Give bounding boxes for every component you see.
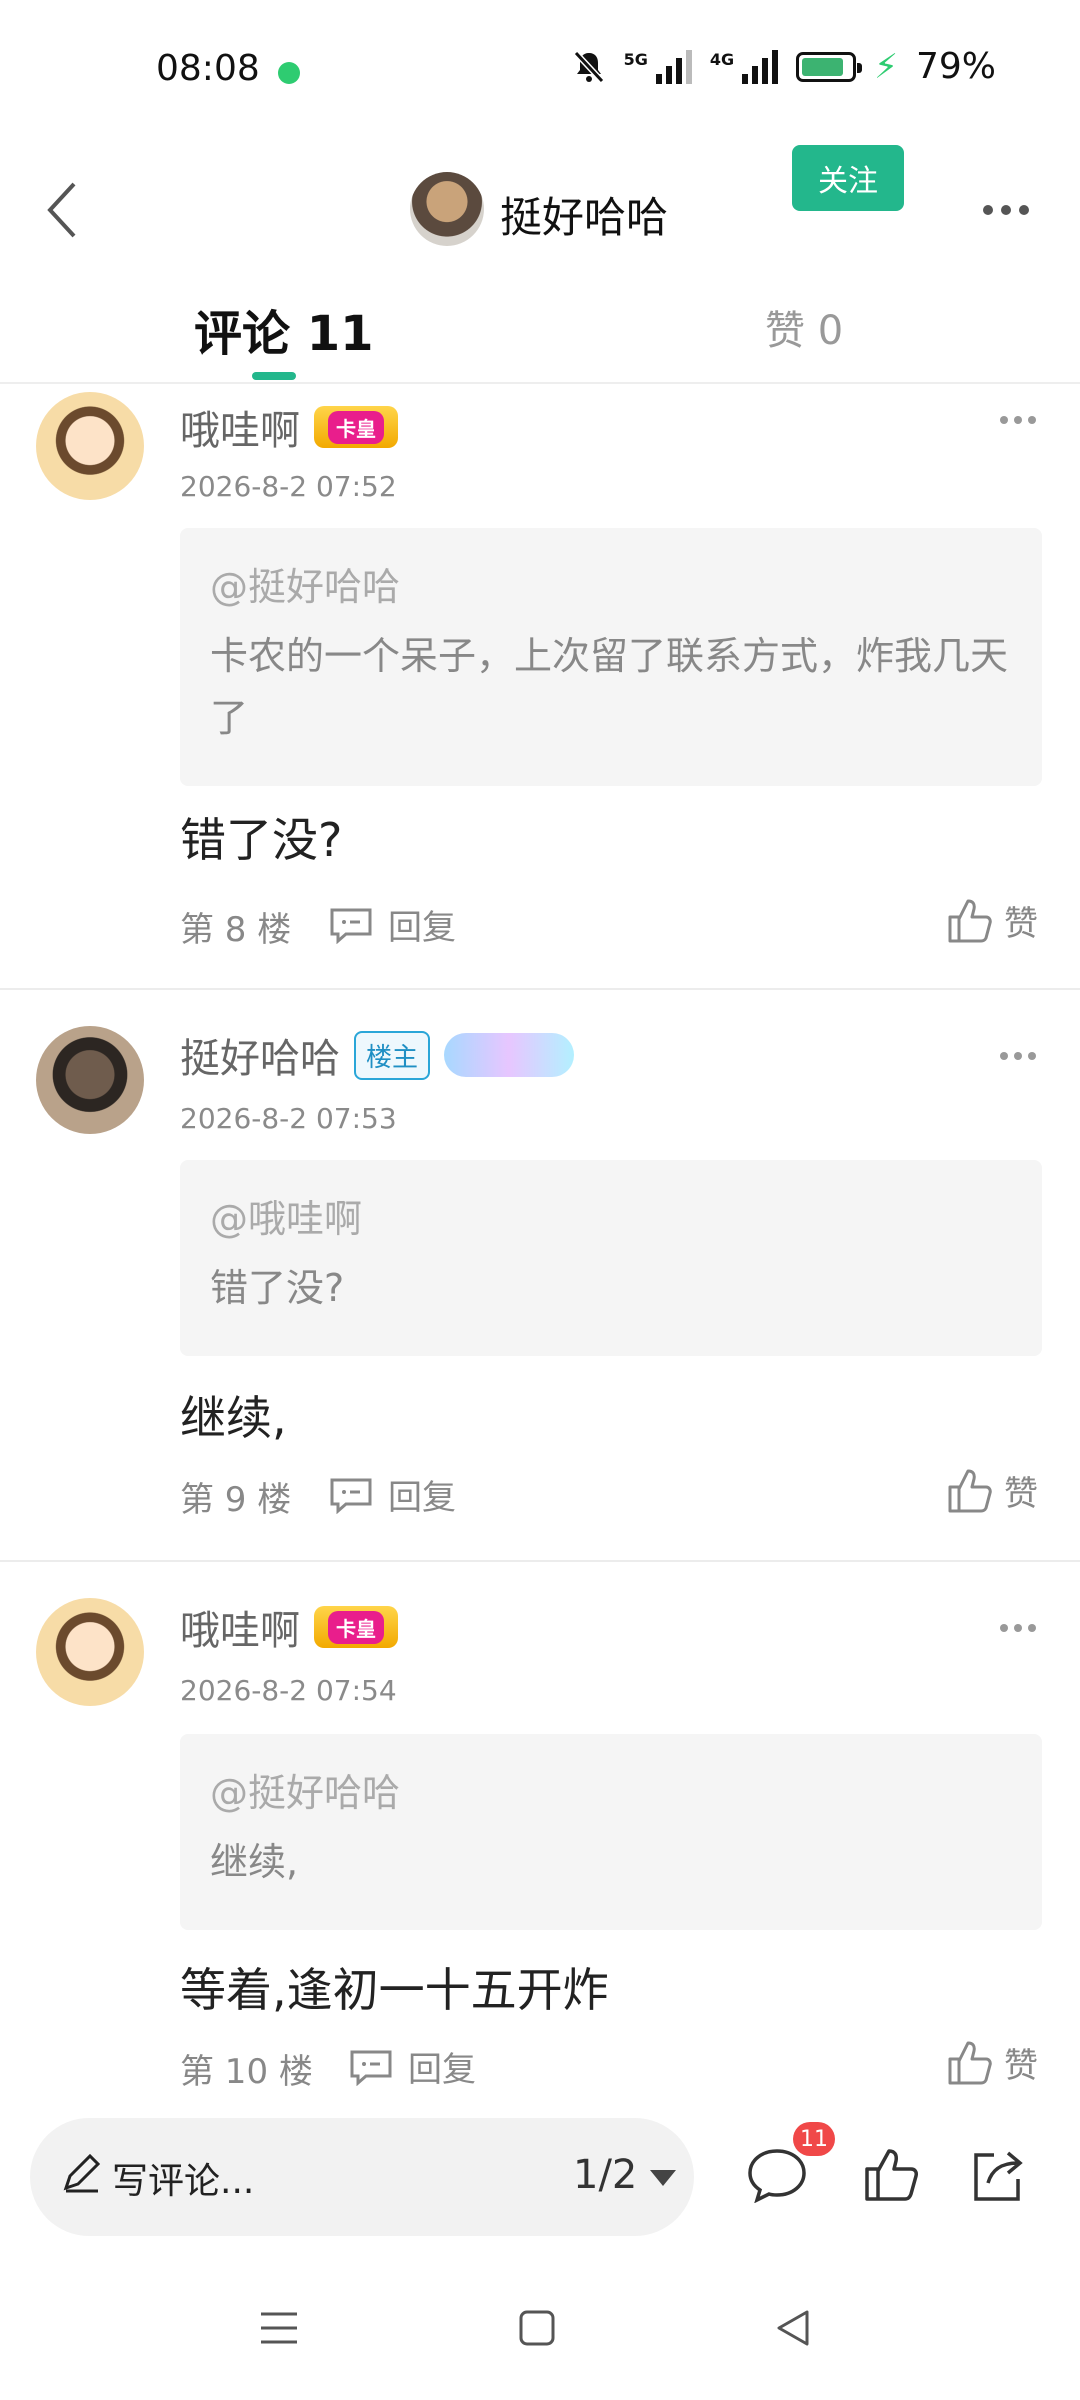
back-arrow-icon — [47, 182, 76, 238]
author-avatar[interactable] — [410, 172, 484, 246]
comment-item: 哦哇啊 卡皇 2026-8-2 07:52 @挺好哈哈 卡农的一个呆子，上次留了… — [0, 384, 1080, 990]
page-dropdown-icon[interactable] — [650, 2170, 676, 2186]
write-comment-input[interactable]: 写评论... 1/2 — [30, 2118, 694, 2236]
crown-badge: 卡皇 — [314, 406, 398, 448]
username[interactable]: 哦哇啊 — [180, 398, 300, 456]
owner-badge: 楼主 — [354, 1030, 431, 1080]
network-4g-label: 4G — [709, 49, 735, 69]
comment-more-button[interactable] — [1000, 1052, 1040, 1060]
reply-label: 回复 — [408, 2050, 476, 2090]
tab-bar: 评论 11 赞 0 — [0, 280, 1080, 384]
tab-likes[interactable]: 赞 0 — [765, 298, 843, 356]
system-nav-bar — [0, 2261, 1080, 2400]
top-header: 挺好哈哈 — [0, 140, 1080, 280]
tab-comments[interactable]: 评论 11 — [194, 294, 374, 364]
quote-text: 卡农的一个呆子，上次留了联系方式，炸我几天了 — [210, 634, 1009, 740]
comment-time: 2026-8-2 07:52 — [180, 470, 397, 503]
username[interactable]: 哦哇啊 — [180, 1598, 300, 1656]
pencil-icon — [63, 2154, 100, 2193]
quote-text: 继续, — [210, 1840, 299, 1884]
charging-icon: ⚡ — [874, 46, 898, 87]
comment-more-button[interactable] — [1000, 416, 1040, 424]
decoration-badge — [444, 1033, 575, 1077]
reply-button[interactable]: 回复 — [348, 2042, 476, 2091]
comment-item: 挺好哈哈 楼主 2026-8-2 07:53 @哦哇啊 错了没? 继续, 第 9… — [0, 990, 1080, 1562]
bottom-action-bar: 写评论... 1/2 11 — [0, 2086, 1080, 2261]
thumbs-up-icon — [948, 899, 992, 942]
nav-home-button[interactable] — [502, 2293, 572, 2363]
avatar[interactable] — [36, 1598, 144, 1706]
reply-label: 回复 — [388, 1478, 456, 1518]
reply-icon — [330, 1478, 372, 1514]
menu-icon — [261, 2312, 297, 2344]
like-button[interactable]: 赞 — [946, 1466, 1038, 1515]
write-comment-placeholder: 写评论... — [112, 2161, 255, 2202]
comment-time: 2026-8-2 07:53 — [180, 1102, 397, 1135]
like-label: 赞 — [1004, 2046, 1038, 2086]
comment-item: 哦哇啊 卡皇 2026-8-2 07:54 @挺好哈哈 继续, 等着,逢初一十五… — [0, 1562, 1080, 2092]
message-notification-icon — [278, 62, 300, 84]
share-icon — [974, 2151, 1023, 2201]
status-bar: 08:08 5G 4G ⚡ 79% — [0, 0, 1080, 140]
more-options-button[interactable] — [975, 140, 1037, 280]
page-indicator[interactable]: 1/2 — [573, 2152, 637, 2198]
author-name[interactable]: 挺好哈哈 — [500, 184, 668, 245]
crown-badge: 卡皇 — [314, 1606, 398, 1648]
like-label: 赞 — [1004, 1474, 1038, 1514]
battery-icon — [796, 51, 863, 82]
comment-count-badge: 11 — [793, 2122, 835, 2156]
signal-4g-icon: 4G — [709, 49, 779, 84]
follow-button[interactable]: 关注 — [792, 145, 904, 211]
badge-label: 卡皇 — [328, 1610, 384, 1644]
reply-icon — [330, 908, 372, 944]
quote-mention[interactable]: @哦哇啊 — [210, 1188, 1012, 1243]
like-button[interactable]: 赞 — [946, 896, 1038, 945]
comment-author: 哦哇啊 卡皇 — [180, 1598, 398, 1656]
like-button[interactable]: 赞 — [946, 2038, 1038, 2087]
back-button[interactable] — [22, 140, 102, 280]
signal-5g-icon: 5G — [623, 49, 692, 84]
status-icons: 5G 4G ⚡ 79% — [572, 46, 996, 87]
nav-back-button[interactable] — [758, 2293, 828, 2363]
like-post-button[interactable] — [856, 2140, 926, 2210]
home-square-icon — [519, 2310, 555, 2346]
status-time: 08:08 — [156, 48, 260, 89]
quoted-comment: @挺好哈哈 继续, — [180, 1734, 1042, 1930]
nav-menu-button[interactable] — [244, 2293, 314, 2363]
mute-bell-icon — [573, 50, 604, 83]
avatar[interactable] — [36, 1026, 144, 1134]
comment-bubble-icon — [748, 2149, 806, 2203]
comment-more-button[interactable] — [1000, 1624, 1040, 1632]
quote-text: 错了没? — [210, 1266, 345, 1310]
thumbs-up-icon — [865, 2149, 918, 2201]
thumbs-up-icon — [948, 2041, 992, 2084]
network-5g-label: 5G — [623, 49, 648, 69]
battery-percent: 79% — [915, 46, 996, 87]
tab-active-indicator — [252, 372, 296, 380]
reply-label: 回复 — [388, 908, 456, 948]
share-button[interactable] — [962, 2140, 1032, 2210]
quoted-comment: @哦哇啊 错了没? — [180, 1160, 1042, 1356]
comment-time: 2026-8-2 07:54 — [180, 1674, 397, 1707]
reply-button[interactable]: 回复 — [328, 1470, 456, 1519]
back-triangle-icon — [777, 2310, 809, 2346]
username[interactable]: 挺好哈哈 — [180, 1026, 340, 1084]
comment-content: 继续, — [180, 1391, 287, 1445]
quote-mention[interactable]: @挺好哈哈 — [210, 1762, 1012, 1817]
badge-label: 卡皇 — [328, 410, 384, 444]
comment-content: 错了没? — [180, 813, 343, 867]
floor-number: 第 8 楼 — [180, 910, 292, 950]
comment-author: 挺好哈哈 楼主 — [180, 1026, 575, 1084]
comment-content: 等着,逢初一十五开炸 — [180, 1963, 609, 2017]
comment-author: 哦哇啊 卡皇 — [180, 398, 398, 456]
quoted-comment: @挺好哈哈 卡农的一个呆子，上次留了联系方式，炸我几天了 — [180, 528, 1042, 786]
quote-mention[interactable]: @挺好哈哈 — [210, 556, 1012, 611]
reply-icon — [350, 2050, 392, 2086]
like-label: 赞 — [1004, 904, 1038, 944]
avatar[interactable] — [36, 392, 144, 500]
reply-button[interactable]: 回复 — [328, 900, 456, 949]
floor-number: 第 9 楼 — [180, 1480, 292, 1520]
thumbs-up-icon — [948, 1469, 992, 1512]
